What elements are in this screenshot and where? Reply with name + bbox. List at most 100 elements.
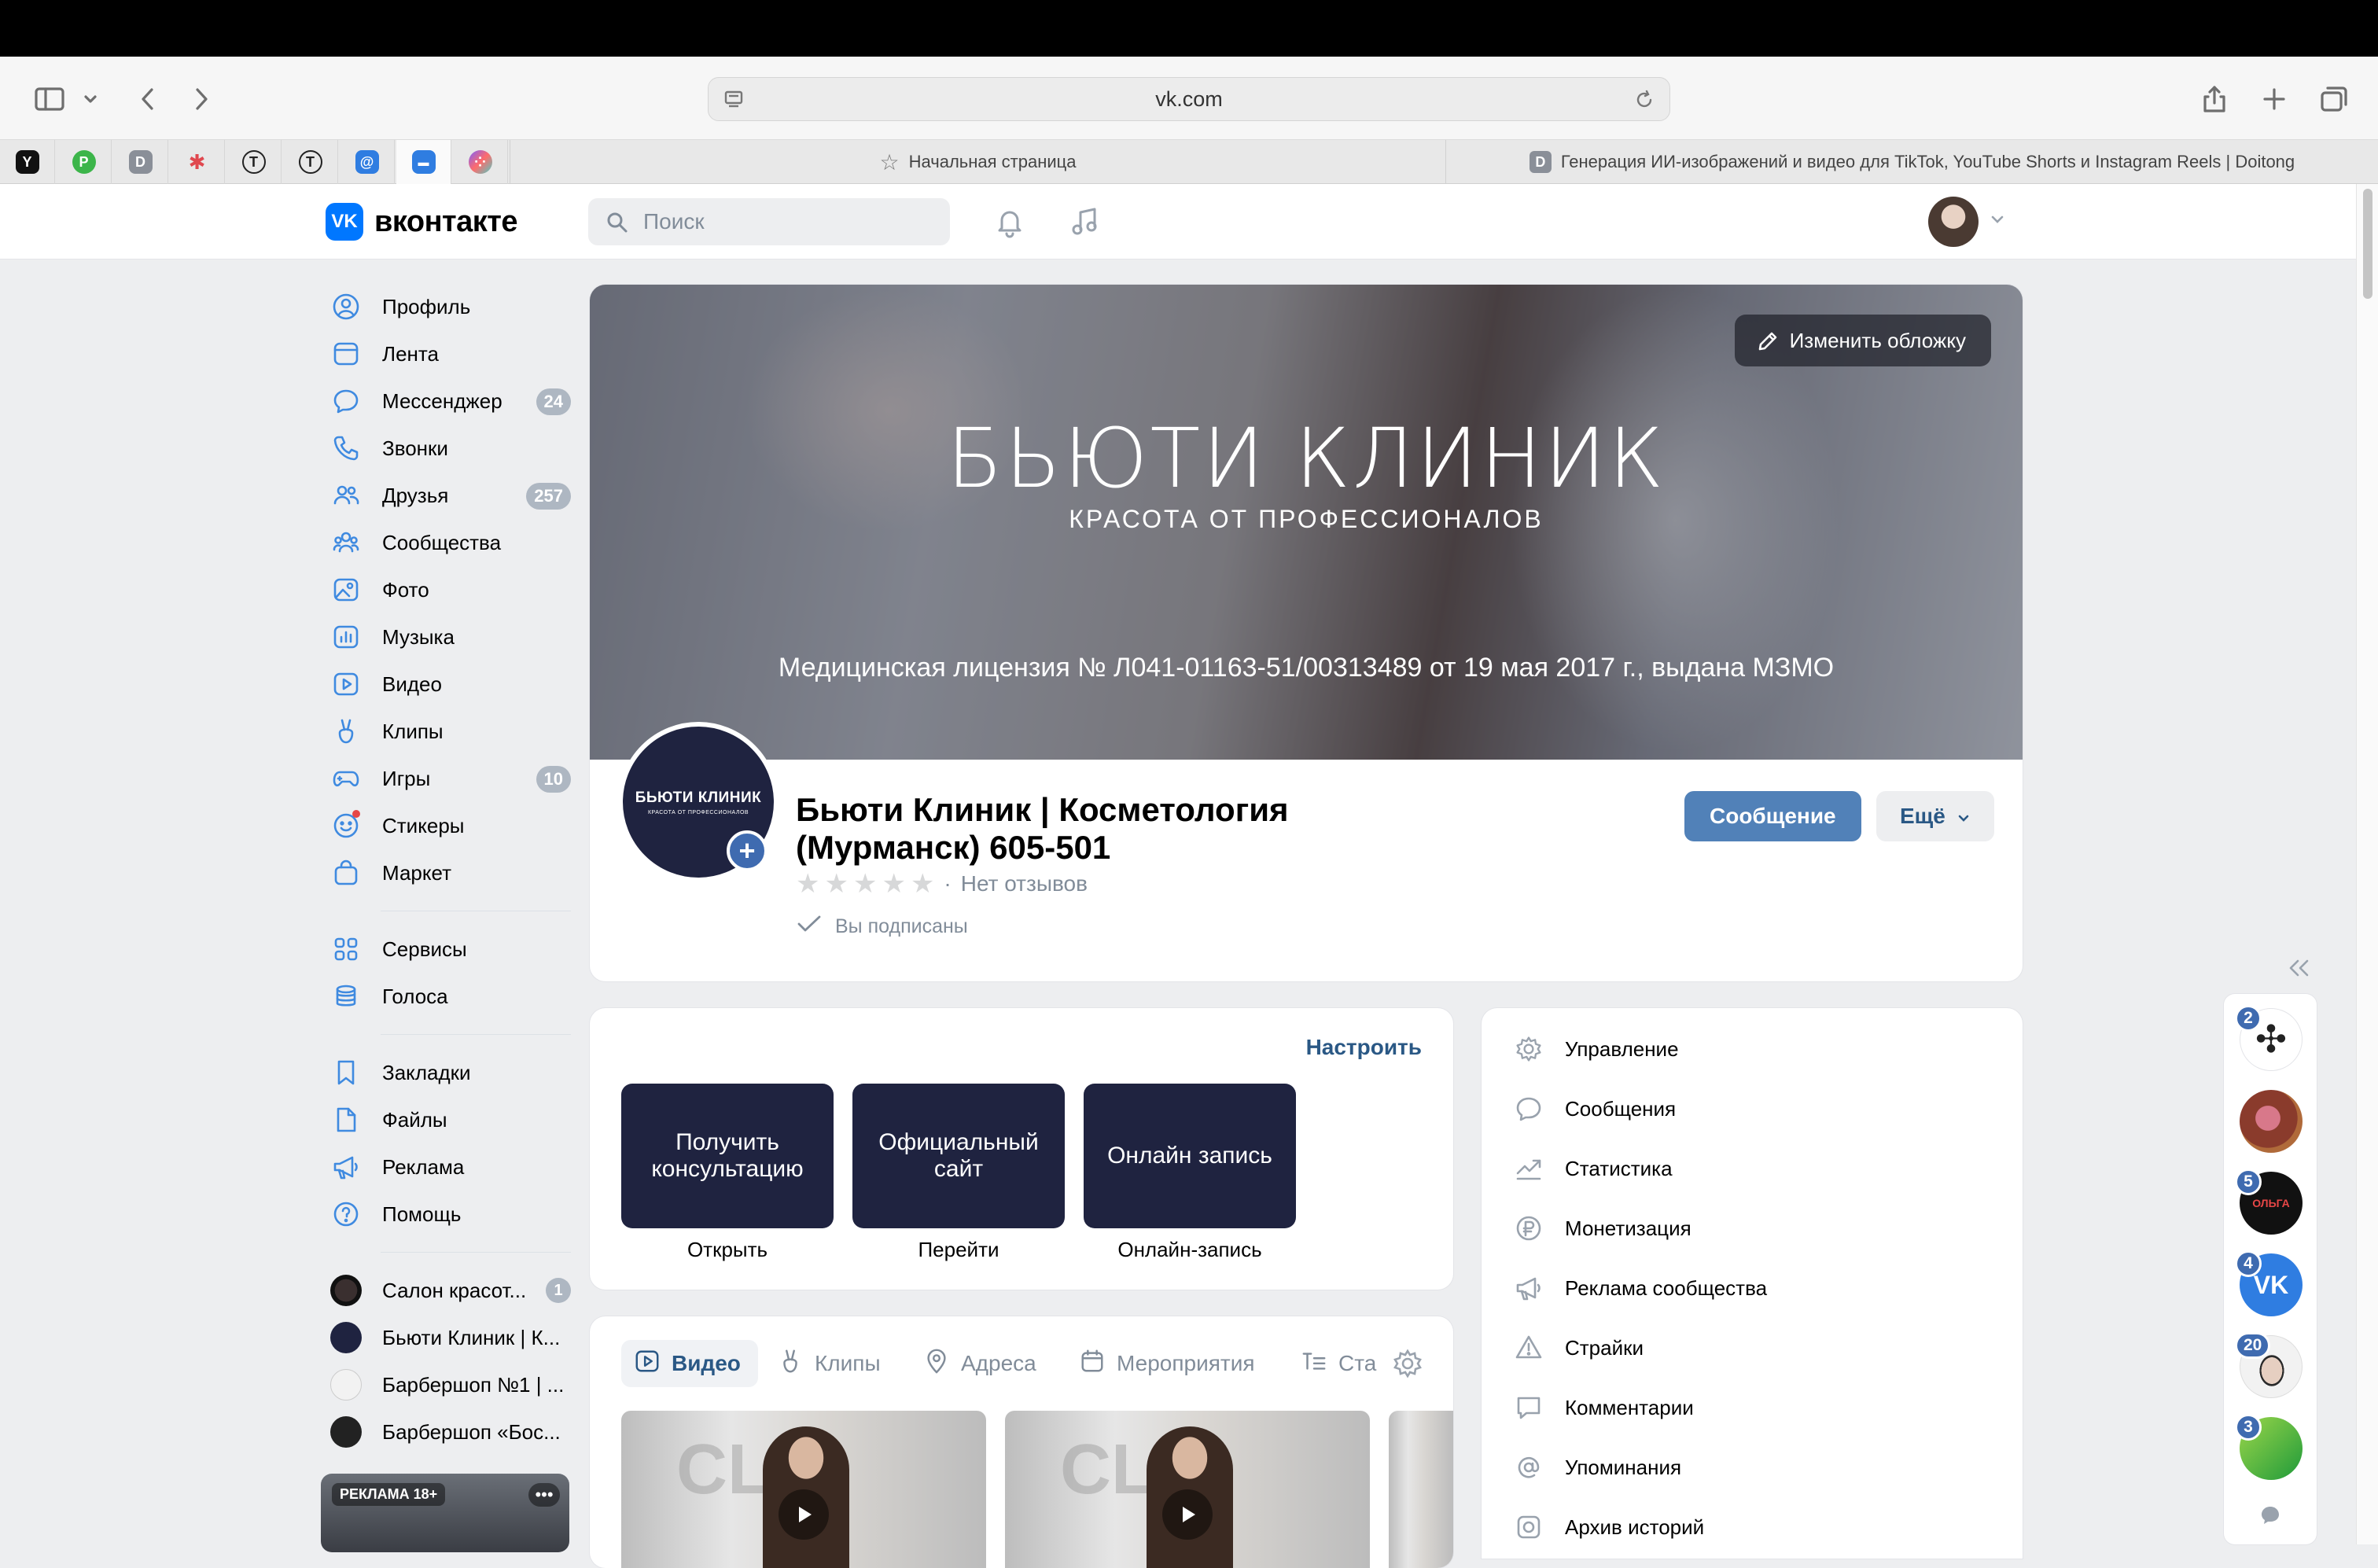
play-icon[interactable] [779, 1489, 829, 1540]
sidebar-item-votes[interactable]: Голоса [326, 973, 571, 1020]
user-avatar[interactable] [1928, 197, 1979, 247]
sidebar-item-music[interactable]: Музыка [326, 613, 571, 661]
link-tile-consultation[interactable]: Получить консультацию [621, 1084, 834, 1228]
message-button[interactable]: Сообщение [1684, 791, 1861, 841]
link-tile-website[interactable]: Официальный сайт [852, 1084, 1065, 1228]
sidebar-item-photo[interactable]: Фото [326, 566, 571, 613]
tab-start-page[interactable]: ☆ Начальная страница [510, 140, 1445, 184]
sidebar-item-calls[interactable]: Звонки [326, 425, 571, 472]
more-icon[interactable]: ••• [528, 1483, 560, 1507]
community-avatar [330, 1275, 362, 1306]
configure-link[interactable]: Настроить [1306, 1035, 1422, 1060]
sidebar-community[interactable]: Барбершоп «Бос... [326, 1408, 571, 1456]
tab-addresses[interactable]: Адреса [923, 1340, 1036, 1387]
chevron-down-icon[interactable] [79, 77, 102, 121]
sidebar-item-clips[interactable]: Клипы [326, 708, 571, 755]
menu-item-strikes[interactable]: Страйки [1513, 1324, 1644, 1371]
dots-icon: ⁘ [468, 150, 492, 174]
sidebar-item-help[interactable]: Помощь [326, 1191, 571, 1238]
pinned-tab[interactable]: P [57, 140, 112, 184]
sidebar-community[interactable]: Салон красот... 1 [326, 1267, 571, 1314]
sidebar-item-profile[interactable]: Профиль [326, 283, 571, 330]
tab-clips[interactable]: Клипы [777, 1340, 881, 1387]
link-tile-booking[interactable]: Онлайн запись [1084, 1084, 1296, 1228]
sidebar-item-market[interactable]: Маркет [326, 849, 571, 896]
scrollbar-thumb[interactable] [2363, 189, 2372, 299]
chat-badge: 5 [2235, 1169, 2262, 1195]
edit-cover-button[interactable]: Изменить обложку [1734, 315, 1991, 366]
pinned-tab[interactable]: ⁘ [453, 140, 508, 184]
menu-item-manage[interactable]: Управление [1513, 1025, 1679, 1073]
sidebar-ad[interactable]: РЕКЛАМА 18+ ••• [321, 1474, 569, 1552]
share-icon[interactable] [2199, 77, 2230, 121]
chat-icon[interactable] [2258, 1504, 2282, 1531]
sidebar-item-ads[interactable]: Реклама [326, 1143, 571, 1191]
site-settings-icon[interactable] [723, 89, 745, 116]
video-thumbnail[interactable]: CLIN [621, 1411, 986, 1568]
collapse-icon[interactable] [2285, 958, 2312, 982]
unread-badge: 24 [536, 388, 571, 415]
star-icon: ★ [824, 869, 848, 899]
tab-video[interactable]: Видео [621, 1340, 758, 1387]
menu-item-messages[interactable]: Сообщения [1513, 1085, 1676, 1132]
sidebar-item-communities[interactable]: Сообщества [326, 519, 571, 566]
video-thumbnail[interactable] [1389, 1411, 1453, 1568]
menu-item-mentions[interactable]: Упоминания [1513, 1444, 1681, 1491]
menu-item-monetization[interactable]: Монетизация [1513, 1205, 1691, 1252]
divider [381, 1252, 571, 1253]
tab-articles[interactable]: Ста [1301, 1340, 1376, 1387]
menu-item-label: Управление [1565, 1036, 1679, 1061]
pinned-tab[interactable]: ✱ [170, 140, 225, 184]
sidebar-item-friends[interactable]: Друзья 257 [326, 472, 571, 519]
vk-logo[interactable]: VK вконтакте [326, 203, 518, 241]
play-icon[interactable] [1162, 1489, 1213, 1540]
bell-icon[interactable] [992, 204, 1027, 243]
reload-icon[interactable] [1633, 89, 1655, 116]
sidebar-community[interactable]: Барбершоп №1 | ... [326, 1361, 571, 1408]
back-icon[interactable] [132, 77, 164, 121]
pinned-tab[interactable]: T [283, 140, 338, 184]
pinned-tab[interactable]: T [226, 140, 282, 184]
sidebar-toggle-icon[interactable] [30, 77, 69, 121]
menu-item-stats[interactable]: Статистика [1513, 1145, 1673, 1192]
link-caption[interactable]: Открыть [621, 1238, 834, 1262]
pinned-tab[interactable]: ▬ [396, 140, 451, 184]
menu-item-comments[interactable]: Комментарии [1513, 1384, 1694, 1431]
pinned-tab[interactable]: D [113, 140, 168, 184]
sidebar-item-feed[interactable]: Лента [326, 330, 571, 377]
sidebar-item-files[interactable]: Файлы [326, 1096, 571, 1143]
video-thumbnail[interactable]: CLIN [1005, 1411, 1370, 1568]
sidebar-item-services[interactable]: Сервисы [326, 926, 571, 973]
link-caption[interactable]: Онлайн-запись [1084, 1238, 1296, 1262]
pinned-tab[interactable]: Y [0, 140, 55, 184]
messenger-icon [330, 385, 362, 417]
more-button[interactable]: Ещё [1876, 791, 1994, 841]
chevron-down-icon [1957, 804, 1971, 829]
forward-icon[interactable] [186, 77, 217, 121]
sidebar-item-video[interactable]: Видео [326, 661, 571, 708]
sidebar-item-label: Стикеры [382, 813, 465, 837]
menu-item-stories-archive[interactable]: Архив историй [1513, 1504, 1704, 1551]
address-bar[interactable]: vk.com [708, 77, 1670, 121]
sidebar-item-stickers[interactable]: Стикеры [326, 802, 571, 849]
search-input[interactable]: Поиск [588, 198, 950, 245]
gear-icon[interactable] [1392, 1348, 1423, 1383]
tab-doitong[interactable]: D Генерация ИИ-изображений и видео для T… [1445, 140, 2378, 184]
sidebar-item-messenger[interactable]: Мессенджер 24 [326, 377, 571, 425]
menu-item-community-ads[interactable]: Реклама сообщества [1513, 1264, 1767, 1312]
chat-avatar[interactable] [2240, 1090, 2303, 1153]
rating-row[interactable]: ★ ★ ★ ★ ★ · Нет отзывов [796, 868, 1088, 900]
sidebar-item-games[interactable]: Игры 10 [326, 755, 571, 802]
tab-overview-icon[interactable] [2317, 77, 2351, 121]
page-scrollbar[interactable] [2356, 184, 2378, 1544]
music-icon[interactable] [1068, 204, 1102, 243]
sidebar-community[interactable]: Бьюти Клиник | К... [326, 1314, 571, 1361]
sidebar-item-bookmarks[interactable]: Закладки [326, 1049, 571, 1096]
chevron-down-icon[interactable] [1990, 214, 2005, 229]
link-caption[interactable]: Перейти [852, 1238, 1065, 1262]
plus-icon[interactable]: + [727, 830, 768, 871]
tab-events[interactable]: Мероприятия [1079, 1340, 1255, 1387]
subscription-status[interactable]: Вы подписаны [796, 914, 968, 940]
pinned-tab[interactable]: @ [340, 140, 395, 184]
new-tab-icon[interactable] [2258, 77, 2290, 121]
